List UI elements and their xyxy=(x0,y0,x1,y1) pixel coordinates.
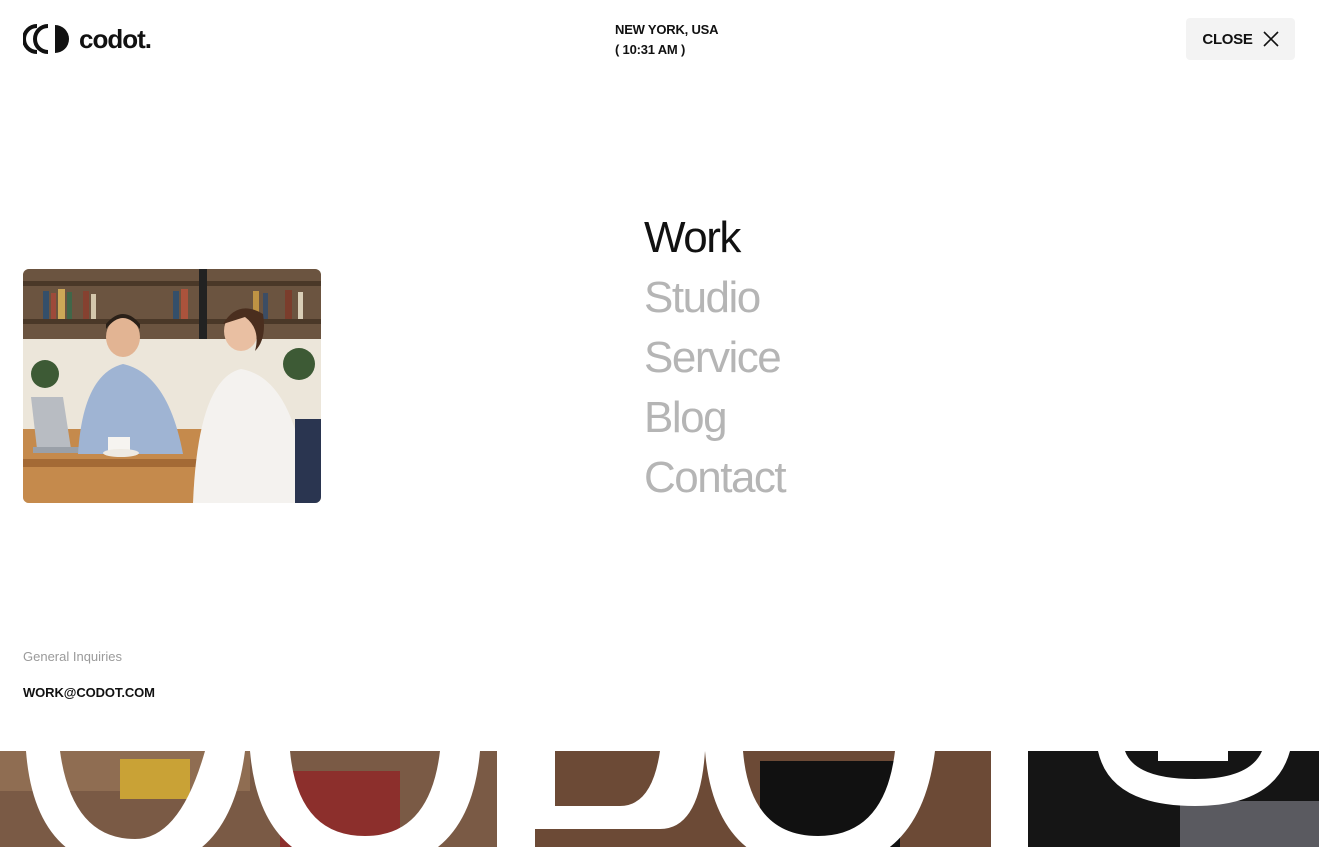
close-icon xyxy=(1263,31,1279,47)
inquiries-label: General Inquiries xyxy=(23,649,122,664)
close-label: CLOSE xyxy=(1202,30,1253,48)
nav-item-blog[interactable]: Blog xyxy=(644,388,785,448)
nav-item-service[interactable]: Service xyxy=(644,328,785,388)
codot-logo-icon xyxy=(23,24,69,54)
large-brand-letters xyxy=(0,751,1319,847)
team-photo-image xyxy=(23,269,321,503)
brand-name: codot. xyxy=(79,24,152,54)
inquiries-email-link[interactable]: WORK@CODOT.COM xyxy=(23,685,155,700)
main-nav: Work Studio Service Blog Contact xyxy=(644,208,787,508)
close-menu-button[interactable]: CLOSE xyxy=(1186,18,1295,60)
location-city: NEW YORK, USA xyxy=(615,22,719,37)
nav-item-work[interactable]: Work xyxy=(644,208,785,268)
footer-brand-band xyxy=(0,751,1319,847)
nav-item-studio[interactable]: Studio xyxy=(644,268,785,328)
location-time: ( 10:31 AM ) xyxy=(615,42,686,57)
nav-item-contact[interactable]: Contact xyxy=(644,448,787,508)
team-photo xyxy=(23,269,321,503)
menu-overlay: codot. NEW YORK, USA ( 10:31 AM ) CLOSE xyxy=(0,0,1319,847)
brand-logo[interactable]: codot. xyxy=(23,23,152,55)
location-clock: NEW YORK, USA ( 10:31 AM ) xyxy=(615,20,719,60)
